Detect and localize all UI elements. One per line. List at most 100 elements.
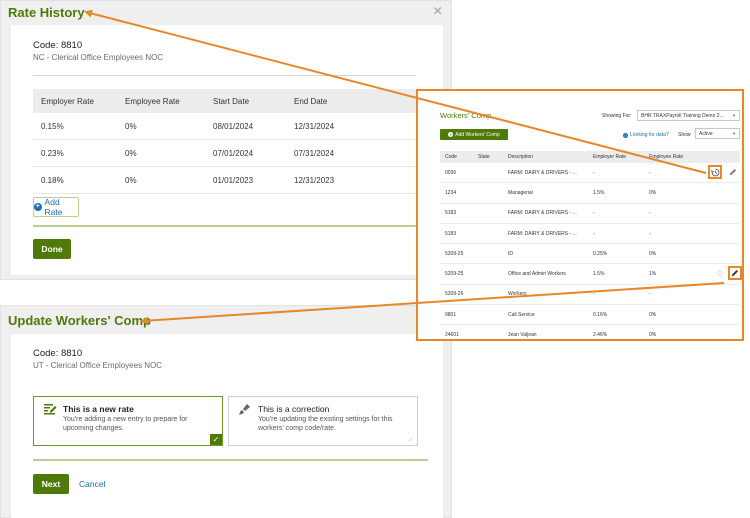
add-workers-comp-button[interactable]: + Add Workers' Comp: [440, 129, 508, 140]
show-value: Active: [699, 131, 713, 137]
employee-rate-cell: 0%: [649, 332, 657, 339]
row-actions: [717, 266, 742, 281]
showing-for-select[interactable]: BHR TRAXPayroll Training Demo 2... ▼: [637, 110, 740, 121]
table-row[interactable]: 0036 FARM: DAIRY & DRIVERS - ... - -: [440, 163, 740, 184]
employer-rate-cell: -: [593, 230, 595, 237]
column-header: End Date: [294, 96, 328, 106]
employer-rate-cell: 2.46%: [593, 332, 608, 339]
rate-history-table: Employer Rate Employee Rate Start Date E…: [33, 89, 416, 194]
employee-rate-cell: 0%: [125, 121, 137, 131]
description-cell: Workers: [508, 291, 527, 298]
workers-comp-table: Code State Description Employer Rate Emp…: [440, 151, 742, 339]
employee-rate-cell: 1%: [649, 271, 657, 278]
column-header: Employee Rate: [649, 154, 684, 160]
table-row[interactable]: 5183 FARM: DAIRY & DRIVERS - ... - -: [440, 204, 740, 224]
chevron-down-icon: ▼: [732, 113, 736, 118]
end-date-cell: 07/31/2024: [294, 148, 335, 158]
employer-rate-cell: 0.23%: [41, 148, 64, 158]
history-icon[interactable]: [717, 267, 723, 279]
description-cell: FARM: DAIRY & DRIVERS - ...: [508, 169, 577, 176]
update-workers-comp-title: Update Workers' Comp: [8, 313, 151, 328]
pencil-icon[interactable]: [727, 166, 739, 178]
workers-comp-title: Workers' Comp: [440, 111, 492, 120]
column-header: Code: [445, 154, 457, 160]
employer-rate-cell: -: [593, 291, 595, 298]
close-icon[interactable]: ×: [433, 3, 442, 21]
code-cell: 9801: [445, 311, 457, 318]
start-date-cell: 08/01/2024: [213, 121, 254, 131]
code-cell: 5183: [445, 230, 457, 237]
code-label: Code: 8810: [33, 348, 83, 359]
table-header: Employer Rate Employee Rate Start Date E…: [33, 89, 416, 113]
plus-circle-icon: +: [448, 132, 454, 137]
add-workers-comp-label: Add Workers' Comp: [455, 131, 500, 138]
show-select[interactable]: Active ▼: [695, 128, 740, 139]
check-icon: ✓: [210, 434, 222, 445]
description-cell: Jean Valjean: [508, 332, 537, 339]
column-header: State: [478, 154, 490, 160]
employer-rate-cell: 0.16%: [593, 311, 608, 318]
update-workers-comp-modal: Update Workers' Comp Code: 8810 UT - Cle…: [0, 305, 452, 518]
table-row[interactable]: 5209-25 Office and Admin Workers 1.5% 1%: [440, 264, 742, 285]
update-workers-comp-card: Code: 8810 UT - Clerical Office Employee…: [11, 334, 443, 518]
table-header: Code State Description Employer Rate Emp…: [440, 151, 740, 163]
done-button[interactable]: Done: [33, 239, 71, 259]
option-new-rate[interactable]: This is a new rate You're adding a new e…: [33, 396, 223, 446]
employer-rate-cell: 1.5%: [593, 189, 605, 196]
table-row[interactable]: 5183 FARM: DAIRY & DRIVERS - ... - -: [440, 224, 740, 245]
add-rate-button[interactable]: + Add Rate: [33, 197, 79, 217]
showing-for-value: BHR TRAXPayroll Training Demo 2...: [641, 113, 724, 119]
employee-rate-cell: 0%: [649, 189, 657, 196]
column-header: Employer Rate: [41, 96, 94, 106]
code-cell: 5209-25: [445, 250, 464, 257]
row-actions: [708, 165, 739, 179]
cancel-link[interactable]: Cancel: [79, 479, 105, 489]
employer-rate-cell: 0.25%: [593, 250, 608, 257]
table-row[interactable]: 1234 Managerial 1.5% 0%: [440, 183, 740, 204]
description-cell: FARM: DAIRY & DRIVERS - ...: [508, 210, 577, 217]
table-row[interactable]: 5209-25 ID 0.25% 0%: [440, 244, 740, 265]
looking-for-data-link[interactable]: ? Looking for data?: [623, 132, 669, 138]
employer-rate-cell: -: [593, 210, 595, 217]
table-row[interactable]: 5209-26 Workers - -: [440, 285, 740, 306]
show-label: Show: [678, 132, 691, 138]
table-row[interactable]: 24601 Jean Valjean 2.46% 0%: [440, 325, 740, 339]
add-rate-label: Add Rate: [44, 197, 63, 217]
next-button[interactable]: Next: [33, 474, 69, 494]
column-header: Employer Rate: [593, 154, 627, 160]
description-cell: Office and Admin Workers: [508, 271, 566, 278]
end-date-cell: 12/31/2024: [294, 121, 335, 131]
rate-history-title: Rate History: [8, 5, 85, 20]
employee-rate-cell: 0%: [649, 250, 657, 257]
column-header: Description: [508, 154, 534, 160]
help-link-text: Looking for data?: [630, 132, 669, 138]
option-description: You're updating the existing settings fo…: [258, 416, 393, 432]
option-correction[interactable]: This is a correction You're updating the…: [228, 396, 418, 446]
code-description: UT - Clerical Office Employees NOC: [33, 361, 163, 370]
code-cell: 5183: [445, 210, 457, 217]
description-cell: Managerial: [508, 189, 533, 196]
table-row: 0.15% 0% 08/01/2024 12/31/2024: [33, 113, 416, 140]
code-cell: 0036: [445, 169, 457, 176]
description-cell: Call Service: [508, 311, 535, 318]
start-date-cell: 07/01/2024: [213, 148, 254, 158]
workers-comp-panel: Workers' Comp Showing For: BHR TRAXPayro…: [416, 89, 744, 341]
option-title: This is a new rate: [63, 404, 134, 414]
plus-circle-icon: +: [34, 203, 42, 211]
employee-rate-cell: 0%: [125, 175, 137, 185]
rate-history-card: Code: 8810 NC - Clerical Office Employee…: [11, 25, 443, 275]
option-title: This is a correction: [258, 404, 330, 414]
employer-rate-cell: 0.18%: [41, 175, 64, 185]
employee-rate-cell: -: [649, 291, 651, 298]
description-cell: FARM: DAIRY & DRIVERS - ...: [508, 230, 577, 237]
brush-icon: [239, 404, 250, 415]
end-date-cell: 12/31/2023: [294, 175, 335, 185]
table-row[interactable]: 9801 Call Service 0.16% 0%: [440, 305, 740, 326]
code-description: NC - Clerical Office Employees NOC: [33, 53, 164, 62]
start-date-cell: 01/01/2023: [213, 175, 254, 185]
help-icon: ?: [623, 132, 628, 138]
divider: [33, 75, 416, 76]
history-icon[interactable]: [708, 165, 722, 179]
pencil-icon[interactable]: [728, 266, 742, 281]
employee-rate-cell: -: [649, 230, 651, 237]
